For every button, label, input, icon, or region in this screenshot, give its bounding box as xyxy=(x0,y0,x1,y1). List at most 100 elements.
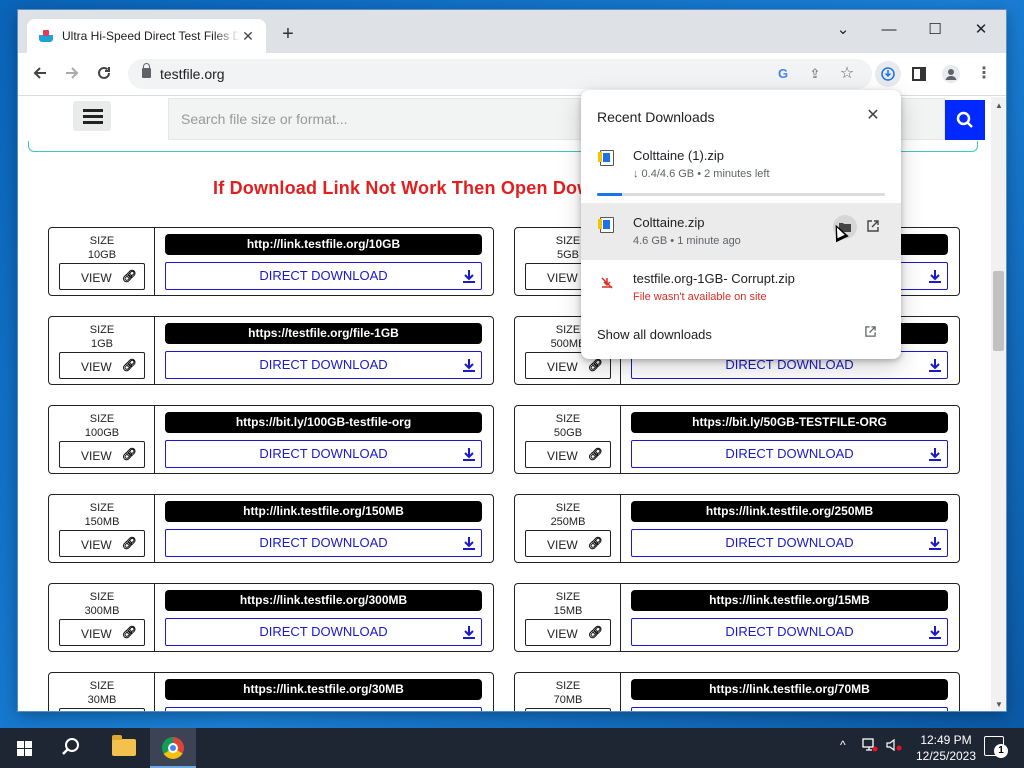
download-status: ↓ 0.4/4.6 GB • 2 minutes left xyxy=(633,168,770,180)
volume-muted-icon[interactable] xyxy=(886,738,902,755)
chevron-up-icon[interactable]: ^ xyxy=(840,738,846,752)
link-icon: 🔗︎ xyxy=(587,358,603,372)
download-arrow-icon xyxy=(881,67,895,81)
size-value: 1GB xyxy=(90,338,113,350)
size-label: SIZE xyxy=(89,502,115,514)
view-button[interactable]: VIEW🔗︎ xyxy=(59,708,145,711)
download-card: SIZE 300MB VIEW 🔗︎ https://link.testfile.org… xyxy=(48,583,494,652)
download-icon xyxy=(929,619,941,647)
file-link[interactable]: https://link.testfile.org/15MB xyxy=(631,590,948,611)
start-button[interactable] xyxy=(0,728,48,768)
view-button[interactable]: VIEW🔗︎ xyxy=(525,530,611,557)
download-card: SIZE 70MB VIEW🔗︎ https://link.testfile.org/… xyxy=(514,672,960,711)
new-tab-button[interactable]: + xyxy=(277,23,299,45)
menu-icon[interactable]: ⋮ xyxy=(971,61,997,87)
size-value: 30MB xyxy=(87,694,117,706)
view-button[interactable]: VIEW🔗︎ xyxy=(525,708,611,711)
scroll-thumb[interactable] xyxy=(993,271,1004,351)
address-bar[interactable]: testfile.org G ⇪ ☆ xyxy=(128,59,872,89)
back-button[interactable] xyxy=(26,61,54,89)
star-icon[interactable]: ☆ xyxy=(836,63,858,85)
google-icon[interactable]: G xyxy=(772,63,794,85)
open-external-icon[interactable] xyxy=(864,215,882,237)
network-icon[interactable] xyxy=(862,738,878,755)
file-link[interactable]: https://testfile.org/file-1GB xyxy=(165,323,482,344)
download-card: SIZE 10GB VIEW 🔗︎ http://link.testfile.org/1… xyxy=(48,227,494,296)
zip-file-icon xyxy=(598,217,614,233)
direct-download-button[interactable]: DIRECT DOWNLOAD xyxy=(165,618,482,646)
close-icon[interactable]: ✕ xyxy=(863,106,883,126)
direct-download-button[interactable]: DIRECT DOWNLOAD xyxy=(631,618,948,646)
direct-download-label: DIRECT DOWNLOAD xyxy=(725,446,854,461)
download-item[interactable]: testfile.org-1GB- Corrupt.zip File wasn'… xyxy=(581,268,901,308)
view-button[interactable]: VIEW🔗︎ xyxy=(525,441,611,468)
file-link[interactable]: https://bit.ly/50GB-TESTFILE-ORG xyxy=(631,412,948,433)
windows-logo-pane xyxy=(25,749,32,756)
download-icon[interactable] xyxy=(875,61,901,87)
download-item[interactable]: Colttaine (1).zip ↓ 0.4/4.6 GB • 2 minut… xyxy=(581,145,901,200)
minimize-button[interactable]: — xyxy=(866,16,912,44)
view-label: VIEW xyxy=(81,627,112,641)
taskbar-search-button[interactable] xyxy=(56,736,86,760)
direct-download-button[interactable]: DIRECT DOWNLOAD xyxy=(165,440,482,468)
search-icon xyxy=(956,111,973,128)
download-icon xyxy=(463,708,475,711)
tab-search-dropdown-icon[interactable]: ⌄ xyxy=(820,16,866,44)
file-link[interactable]: http://link.testfile.org/150MB xyxy=(165,501,482,522)
page-headline: If Download Link Not Work Then Open Down… xyxy=(213,178,641,198)
chrome-taskbar-button[interactable] xyxy=(150,728,196,768)
view-button[interactable]: VIEW 🔗︎ xyxy=(59,619,145,646)
view-button[interactable]: VIEW🔗︎ xyxy=(59,352,145,379)
show-all-downloads-link[interactable]: Show all downloads xyxy=(597,327,712,342)
download-progress-bar xyxy=(597,193,885,196)
page-scrollbar[interactable]: ▲ ▼ xyxy=(991,97,1006,711)
forward-button[interactable] xyxy=(58,61,86,89)
forward-arrow-icon xyxy=(66,67,79,79)
view-label: VIEW xyxy=(81,449,112,463)
file-link[interactable]: http://link.testfile.org/10GB xyxy=(165,234,482,255)
hamburger-line xyxy=(83,109,103,112)
share-icon[interactable]: ⇪ xyxy=(804,63,826,85)
direct-download-button[interactable]: DIRECT DOWNLOAD xyxy=(631,440,948,468)
hamburger-line xyxy=(83,121,103,124)
hamburger-menu-button[interactable] xyxy=(73,101,111,131)
direct-download-button[interactable]: DIRECT DOWNLOAD xyxy=(165,529,482,557)
direct-download-button[interactable]: DIRECT DOWNLOAD xyxy=(165,262,482,290)
tab-close-icon[interactable]: ✕ xyxy=(240,28,256,45)
clock-date[interactable]: 12/25/2023 xyxy=(911,749,981,763)
tab-active[interactable]: Ultra Hi-Speed Direct Test Files Downloa… xyxy=(27,19,266,53)
card-size-panel: SIZE 70MB VIEW🔗︎ xyxy=(515,673,621,711)
reload-button[interactable] xyxy=(90,61,118,89)
profile-icon[interactable] xyxy=(938,61,964,87)
open-external-icon[interactable] xyxy=(865,326,876,340)
file-link[interactable]: https://bit.ly/100GB-testfile-org xyxy=(165,412,482,433)
search-button[interactable] xyxy=(945,100,985,140)
file-link[interactable]: https://link.testfile.org/300MB xyxy=(165,590,482,611)
direct-download-button[interactable]: DIRECT DOWNLOAD xyxy=(631,529,948,557)
link-icon: 🔗︎ xyxy=(121,625,137,639)
maximize-button[interactable]: ☐ xyxy=(912,16,958,44)
file-link[interactable]: https://link.testfile.org/70MB xyxy=(631,679,948,700)
view-button[interactable]: VIEW🔗︎ xyxy=(59,530,145,557)
direct-download-button[interactable]: DIRECT DOWNLOAD xyxy=(165,707,482,711)
scroll-up-arrow-icon[interactable]: ▲ xyxy=(995,101,1003,110)
size-label: SIZE xyxy=(555,413,581,425)
view-button[interactable]: VIEW🔗︎ xyxy=(525,619,611,646)
size-value: 10GB xyxy=(87,249,117,261)
direct-download-button[interactable]: DIRECT DOWNLOAD xyxy=(165,351,482,379)
file-link[interactable]: https://link.testfile.org/250MB xyxy=(631,501,948,522)
file-link[interactable]: https://link.testfile.org/30MB xyxy=(165,679,482,700)
view-button[interactable]: VIEW🔗︎ xyxy=(59,441,145,468)
direct-download-label: DIRECT DOWNLOAD xyxy=(725,357,854,372)
file-explorer-button[interactable] xyxy=(104,728,144,768)
card-size-panel: SIZE 100GB VIEW 🔗︎ xyxy=(49,406,155,473)
view-button[interactable]: VIEW🔗︎ xyxy=(59,263,145,290)
close-window-button[interactable]: ✕ xyxy=(958,16,1004,44)
sidepanel-icon[interactable] xyxy=(906,61,932,87)
direct-download-button[interactable]: DIRECT DOWNLOAD xyxy=(631,707,948,711)
clock-time[interactable]: 12:49 PM xyxy=(916,733,976,747)
download-card: SIZE 1GB VIEW 🔗︎ https://testfile.org/file-1… xyxy=(48,316,494,385)
download-icon xyxy=(463,530,475,558)
scroll-down-arrow-icon[interactable]: ▼ xyxy=(995,700,1003,709)
card-size-panel: SIZE 10GB VIEW 🔗︎ xyxy=(49,228,155,295)
